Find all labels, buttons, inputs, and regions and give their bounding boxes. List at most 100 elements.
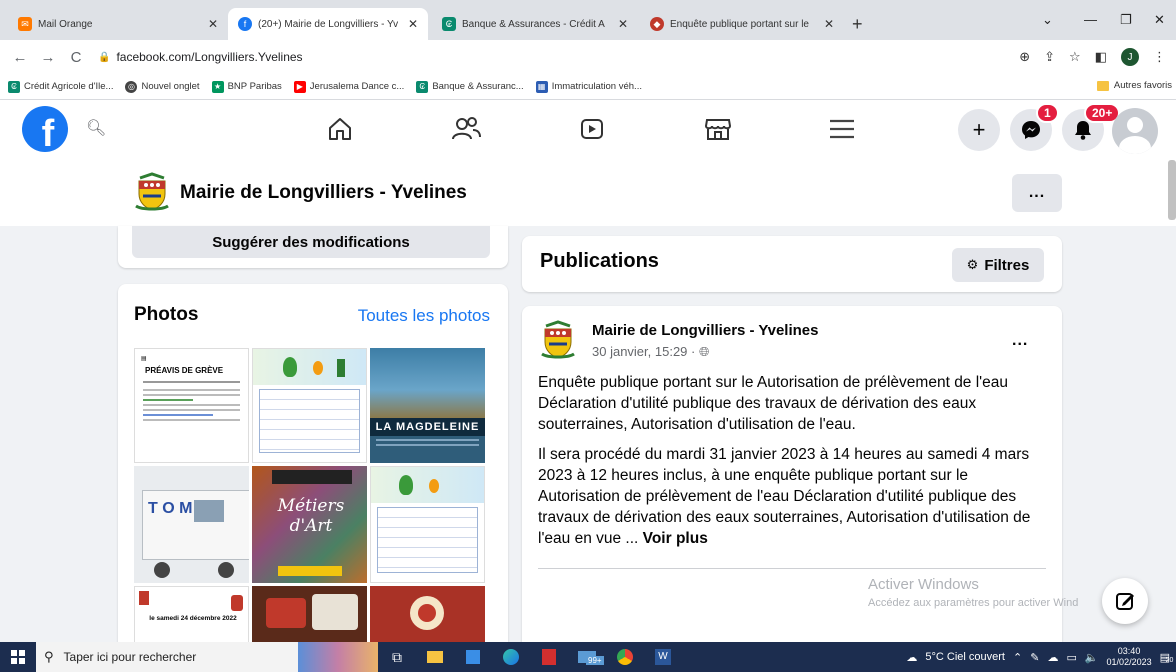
crest-icon: ◆: [650, 17, 664, 31]
mail-icon[interactable]: 99+: [568, 642, 606, 672]
photo-thumbnail[interactable]: ▤ PRÉAVIS DE GRÈVE: [134, 348, 249, 463]
bookmark-item[interactable]: ★ BNP Paribas: [211, 80, 282, 93]
filters-icon: ⚙: [966, 257, 979, 272]
bookmark-item[interactable]: ▦ Immatriculation véh...: [535, 80, 642, 93]
page-title: Mairie de Longvilliers - Yvelines: [180, 182, 467, 203]
tray-chevron-icon[interactable]: ⌃: [1013, 651, 1022, 664]
bookmark-item[interactable]: ₢ Crédit Agricole d'Ile...: [8, 80, 113, 93]
avatar-body-shape: [1119, 136, 1151, 154]
zoom-icon[interactable]: ⊕: [1019, 49, 1030, 65]
tab-close-icon[interactable]: ✕: [408, 17, 418, 31]
photo-thumbnail[interactable]: [370, 466, 485, 583]
marketplace-icon[interactable]: [698, 112, 738, 146]
url-field[interactable]: 🔒 facebook.com/Longvilliers.Yvelines: [98, 50, 303, 64]
tab-enquete[interactable]: ◆ Enquête publique portant sur le ✕: [640, 8, 844, 40]
page-header: Mairie de Longvilliers - Yvelines ...: [0, 158, 1176, 226]
post-author[interactable]: Mairie de Longvilliers - Yvelines: [592, 322, 818, 339]
globe-icon: 🌐︎: [698, 344, 710, 359]
photo-thumbnail[interactable]: T O M: [134, 466, 249, 583]
photo-heading: LA MAGDELEINE: [370, 418, 485, 436]
photo-heading: le samedi 24 décembre 2022: [149, 615, 237, 622]
watch-icon[interactable]: [572, 112, 612, 146]
chrome-icon[interactable]: [606, 642, 644, 672]
close-window-icon[interactable]: ✕: [1154, 12, 1165, 28]
weather-text[interactable]: 5°C Ciel couvert: [925, 651, 1005, 663]
tab-facebook[interactable]: f (20+) Mairie de Longvilliers - Yv ✕: [228, 8, 428, 40]
youtube-icon: ▶: [293, 80, 306, 93]
divider: [538, 568, 1046, 569]
acrobat-icon[interactable]: [530, 642, 568, 672]
page-more-button[interactable]: ...: [1012, 174, 1062, 212]
menu-dots-icon[interactable]: ⋮: [1153, 49, 1166, 65]
page-scrollbar[interactable]: [1168, 160, 1176, 220]
search-icon[interactable]: 🔍︎: [86, 118, 106, 138]
crest-icon: [541, 320, 575, 359]
all-photos-link[interactable]: Toutes les photos: [358, 306, 490, 326]
profile-avatar[interactable]: J: [1121, 48, 1139, 66]
tab-search-icon[interactable]: ⌄: [1042, 12, 1053, 28]
photo-thumbnail[interactable]: [370, 586, 485, 644]
photos-heading: Photos: [134, 304, 199, 325]
see-more-link[interactable]: Voir plus: [643, 530, 708, 547]
post-timestamp[interactable]: 30 janvier, 15:29 · 🌐︎: [592, 344, 709, 360]
tab-close-icon[interactable]: ✕: [618, 17, 628, 31]
browser-tab-bar: ✉ Mail Orange ✕ f (20+) Mairie de Longvi…: [0, 0, 1176, 40]
sidebar-icon[interactable]: ◧: [1095, 49, 1107, 65]
bookmark-item[interactable]: ₢ Banque & Assuranc...: [416, 80, 524, 93]
other-bookmarks[interactable]: Autres favoris: [1096, 80, 1172, 91]
globe-icon: ◎: [125, 80, 138, 93]
taskbar-clock[interactable]: 03:40 01/02/2023: [1107, 646, 1152, 668]
store-icon[interactable]: [454, 642, 492, 672]
minimize-icon[interactable]: —: [1084, 12, 1097, 27]
edge-icon[interactable]: [492, 642, 530, 672]
tab-close-icon[interactable]: ✕: [824, 17, 834, 31]
word-icon[interactable]: W: [644, 642, 682, 672]
create-button[interactable]: +: [958, 109, 1000, 151]
restore-icon[interactable]: ❐: [1120, 12, 1132, 28]
new-tab-icon[interactable]: +: [852, 14, 863, 35]
forward-icon[interactable]: →: [34, 49, 62, 66]
cloud-icon[interactable]: ☁: [1047, 651, 1058, 664]
post-more-button[interactable]: ...: [1012, 332, 1028, 350]
battery-icon[interactable]: ▭: [1066, 651, 1076, 664]
new-message-button[interactable]: [1102, 578, 1148, 624]
task-view-icon[interactable]: ⧉: [378, 642, 416, 672]
post-paragraph: Il sera procédé du mardi 31 janvier 2023…: [538, 446, 1031, 547]
photo-thumbnail[interactable]: le samedi 24 décembre 2022: [134, 586, 249, 644]
suggest-edits-button[interactable]: Suggérer des modifications: [132, 226, 490, 258]
mail-badge: 99+: [586, 656, 604, 665]
messenger-icon[interactable]: 1: [1010, 103, 1059, 151]
start-button[interactable]: [0, 642, 36, 672]
bookmark-item[interactable]: ▶ Jerusalema Dance c...: [293, 80, 404, 93]
pen-icon[interactable]: ✎: [1030, 651, 1039, 664]
photo-thumbnail[interactable]: [252, 348, 367, 463]
menu-icon[interactable]: [822, 112, 862, 146]
reload-icon[interactable]: C: [62, 49, 90, 66]
credit-agricole-icon: ₢: [8, 80, 20, 93]
photo-thumbnail[interactable]: [252, 586, 367, 644]
bookmark-item[interactable]: ◎ Nouvel onglet: [125, 80, 200, 93]
home-icon[interactable]: [320, 112, 360, 146]
photos-card: Photos Toutes les photos ▤ PRÉAVIS DE GR…: [118, 284, 508, 644]
file-explorer-icon[interactable]: [416, 642, 454, 672]
friends-icon[interactable]: [446, 112, 486, 146]
bookmark-star-icon[interactable]: ☆: [1069, 49, 1081, 65]
photo-thumbnail[interactable]: Métiers d'Art: [252, 466, 367, 583]
tab-close-icon[interactable]: ✕: [208, 17, 218, 31]
facebook-logo[interactable]: f: [22, 106, 68, 152]
filters-button[interactable]: ⚙ Filtres: [952, 248, 1044, 282]
tab-mail-orange[interactable]: ✉ Mail Orange ✕: [8, 8, 228, 40]
back-icon[interactable]: ←: [6, 49, 34, 66]
publications-title: Publications: [540, 250, 659, 272]
photo-thumbnail[interactable]: LA MAGDELEINE: [370, 348, 485, 463]
notification-center-icon[interactable]: ▤ 20: [1160, 651, 1174, 664]
suggest-card: Suggérer des modifications: [118, 226, 508, 268]
tab-credit-agricole[interactable]: ₢ Banque & Assurances - Crédit A ✕: [432, 8, 638, 40]
photo-heading: T O M: [148, 500, 193, 517]
account-avatar[interactable]: [1112, 108, 1158, 154]
taskbar-search[interactable]: ⚲ Taper ici pour rechercher: [36, 642, 298, 672]
facebook-header: f 🔍︎ + 1 20+: [0, 100, 1176, 158]
volume-icon[interactable]: 🔈: [1085, 651, 1099, 664]
notifications-icon[interactable]: 20+: [1062, 103, 1121, 151]
share-icon[interactable]: ⇪: [1044, 49, 1055, 65]
